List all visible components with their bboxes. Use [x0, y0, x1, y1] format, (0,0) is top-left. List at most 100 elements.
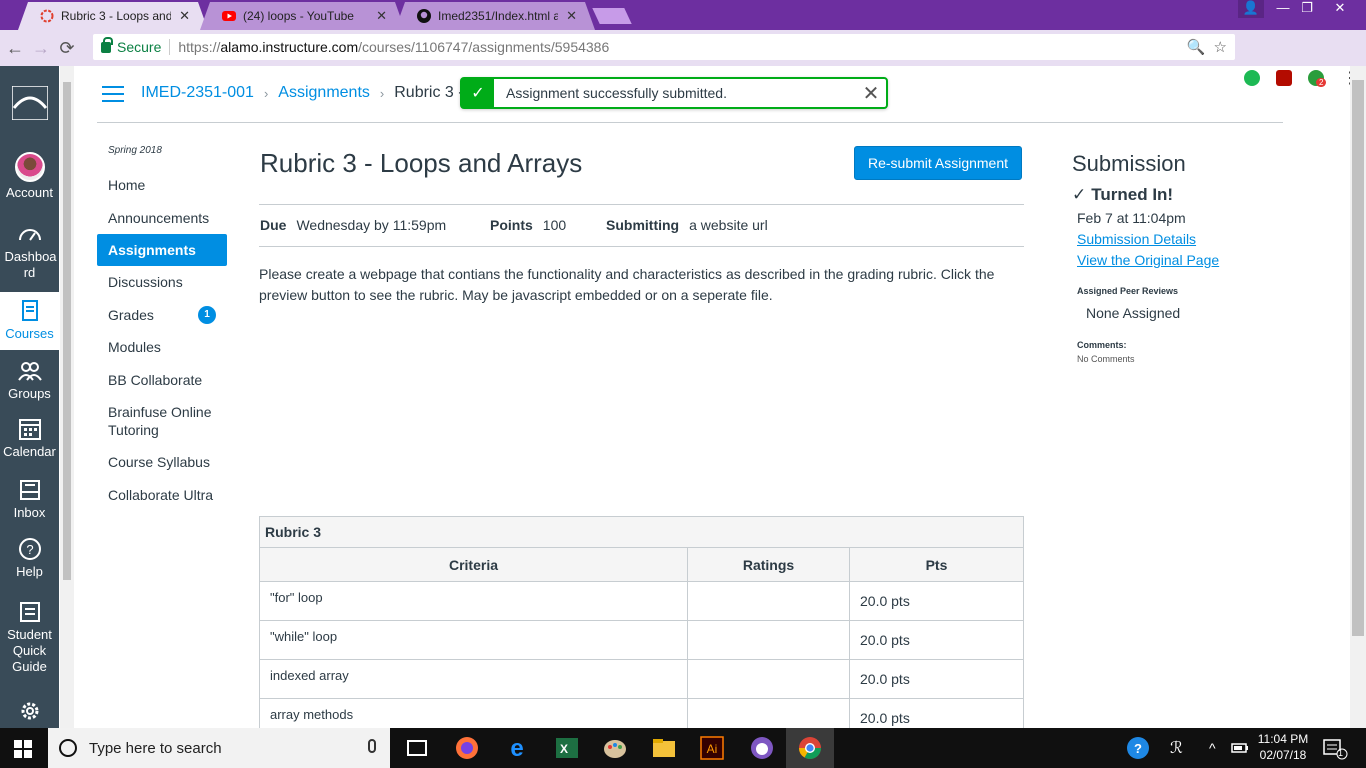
- criteria-cell: "while" loop: [260, 621, 688, 659]
- submission-details-link[interactable]: Submission Details: [1077, 231, 1196, 247]
- taskbar-search-input[interactable]: Type here to search: [48, 728, 390, 768]
- divider: [259, 246, 1024, 247]
- canvas-logo-icon[interactable]: [12, 86, 48, 120]
- new-tab-button[interactable]: [592, 8, 632, 24]
- chevron-right-icon: ›: [263, 85, 269, 101]
- tab-close-icon[interactable]: ✕: [566, 8, 577, 24]
- course-nav-bb-collaborate[interactable]: BB Collaborate: [97, 371, 227, 389]
- tab-label: Imed2351/Index.html at: [438, 9, 559, 23]
- battery-icon[interactable]: [1231, 740, 1249, 756]
- notification-count: 1: [1338, 748, 1344, 758]
- reload-button[interactable]: ⟳: [56, 38, 78, 59]
- close-window-button[interactable]: ✕: [1320, 0, 1360, 18]
- view-original-page-link[interactable]: View the Original Page: [1077, 252, 1219, 268]
- excel-icon[interactable]: X: [553, 734, 581, 762]
- dashboard-icon: [18, 229, 41, 241]
- firefox-icon[interactable]: [453, 734, 481, 762]
- close-icon[interactable]: ✕: [856, 81, 886, 106]
- scrollbar-thumb[interactable]: [63, 82, 71, 580]
- global-nav-account[interactable]: Account: [0, 152, 59, 201]
- pts-cell: 20.0 pts: [860, 593, 910, 609]
- resubmit-assignment-button[interactable]: Re-submit Assignment: [854, 146, 1022, 180]
- browser-tab-strip: Rubric 3 - Loops and Arr ✕ (24) loops - …: [0, 0, 1366, 30]
- criteria-cell: "for" loop: [260, 582, 688, 620]
- pts-cell: 20.0 pts: [860, 671, 910, 687]
- course-nav-assignments[interactable]: Assignments: [97, 234, 227, 266]
- extension-badge-count: 2: [1316, 78, 1327, 87]
- breadcrumb-course-link[interactable]: IMED-2351-001: [141, 84, 254, 102]
- browser-tab-canvas[interactable]: Rubric 3 - Loops and Arr ✕: [18, 2, 208, 30]
- assignment-description: Please create a webpage that contians th…: [259, 266, 995, 303]
- windows-start-icon[interactable]: [14, 740, 32, 758]
- minimize-button[interactable]: —: [1272, 0, 1294, 18]
- course-nav-home[interactable]: Home: [97, 176, 227, 194]
- ratings-cell: [688, 582, 850, 620]
- back-button[interactable]: ←: [4, 38, 26, 59]
- course-nav-brainfuse[interactable]: Brainfuse Online Tutoring: [97, 403, 217, 439]
- global-nav-help[interactable]: ? Help: [0, 536, 59, 580]
- settings-gear-icon[interactable]: [17, 698, 43, 724]
- browser-tab-youtube[interactable]: (24) loops - YouTube ✕: [200, 2, 405, 30]
- global-nav-dashboard[interactable]: Dashboa rd: [0, 221, 59, 281]
- bookmark-star-icon[interactable]: ☆: [1214, 39, 1227, 56]
- global-nav-student-quick-guide[interactable]: Student Quick Guide: [0, 599, 59, 675]
- global-nav-inbox[interactable]: Inbox: [0, 477, 59, 521]
- chevron-right-icon: ›: [379, 85, 385, 101]
- chevron-up-icon[interactable]: ^: [1209, 740, 1216, 756]
- user-profile-icon[interactable]: 👤: [1238, 0, 1264, 18]
- help-app-icon[interactable]: ?: [1124, 734, 1152, 762]
- edge-icon[interactable]: e: [503, 734, 531, 762]
- turned-in-status: ✓ Turned In!: [1072, 185, 1174, 204]
- restore-button[interactable]: ❐: [1296, 0, 1318, 18]
- forward-button[interactable]: →: [30, 38, 52, 59]
- breadcrumb: IMED-2351-001 › Assignments › Rubric 3 -: [141, 84, 464, 102]
- app-icon[interactable]: [748, 734, 776, 762]
- extension-grammarly-icon[interactable]: [1244, 70, 1260, 86]
- divider: [169, 39, 171, 55]
- scrollbar-thumb[interactable]: [1352, 80, 1364, 636]
- svg-text:Ai: Ai: [707, 742, 718, 756]
- extension-badge-icon[interactable]: 2: [1308, 70, 1327, 87]
- column-header-ratings: Ratings: [688, 548, 850, 581]
- global-nav-courses[interactable]: Courses: [0, 292, 59, 350]
- help-icon: ?: [18, 538, 41, 560]
- nav-scrollbar[interactable]: [60, 66, 74, 728]
- youtube-favicon-icon: [222, 9, 236, 23]
- notifications-icon[interactable]: [1322, 738, 1348, 760]
- course-nav-discussions[interactable]: Discussions: [97, 273, 227, 291]
- extension-pdf-icon[interactable]: [1276, 70, 1292, 86]
- course-nav-syllabus[interactable]: Course Syllabus: [97, 453, 227, 471]
- breadcrumb-assignments-link[interactable]: Assignments: [278, 84, 370, 102]
- checkmark-icon: ✓: [1072, 185, 1087, 204]
- table-row: "for" loop 20.0 pts: [260, 582, 1023, 621]
- tab-close-icon[interactable]: ✕: [376, 8, 387, 24]
- rubric-table: Rubric 3 Criteria Ratings Pts "for" loop…: [259, 516, 1024, 738]
- avatar: [14, 152, 45, 182]
- page-scrollbar[interactable]: [1350, 66, 1366, 728]
- global-nav-groups[interactable]: Groups: [0, 358, 59, 402]
- browser-tab-github[interactable]: Imed2351/Index.html at ✕: [395, 2, 595, 30]
- peer-reviews-label: Assigned Peer Reviews: [1077, 286, 1179, 296]
- table-header-row: Criteria Ratings Pts: [260, 548, 1023, 582]
- points: Points 100: [490, 217, 567, 233]
- rubric-title: Rubric 3: [260, 517, 1023, 548]
- secure-indicator[interactable]: Secure: [101, 36, 161, 55]
- microphone-icon[interactable]: [368, 739, 376, 753]
- tab-close-icon[interactable]: ✕: [179, 8, 190, 24]
- course-term: Spring 2018: [108, 145, 162, 156]
- global-nav-calendar[interactable]: Calendar: [0, 416, 59, 460]
- illustrator-icon[interactable]: Ai: [698, 734, 726, 762]
- file-explorer-icon[interactable]: [650, 734, 678, 762]
- task-view-icon[interactable]: [403, 734, 431, 762]
- url-input[interactable]: Secure https://alamo.instructure.com/cou…: [93, 34, 1235, 60]
- breadcrumb-current: Rubric 3 -: [394, 84, 464, 101]
- chrome-icon[interactable]: [796, 734, 824, 762]
- people-icon[interactable]: ℛ: [1170, 738, 1183, 758]
- course-nav-modules[interactable]: Modules: [97, 338, 227, 356]
- course-menu-toggle[interactable]: [102, 86, 124, 102]
- zoom-icon[interactable]: 🔍: [1187, 39, 1206, 56]
- course-nav-collaborate-ultra[interactable]: Collaborate Ultra: [97, 486, 227, 504]
- paint-icon[interactable]: [601, 734, 629, 762]
- system-clock[interactable]: 11:04 PM 02/07/18: [1255, 731, 1311, 763]
- course-nav-announcements[interactable]: Announcements: [97, 209, 227, 227]
